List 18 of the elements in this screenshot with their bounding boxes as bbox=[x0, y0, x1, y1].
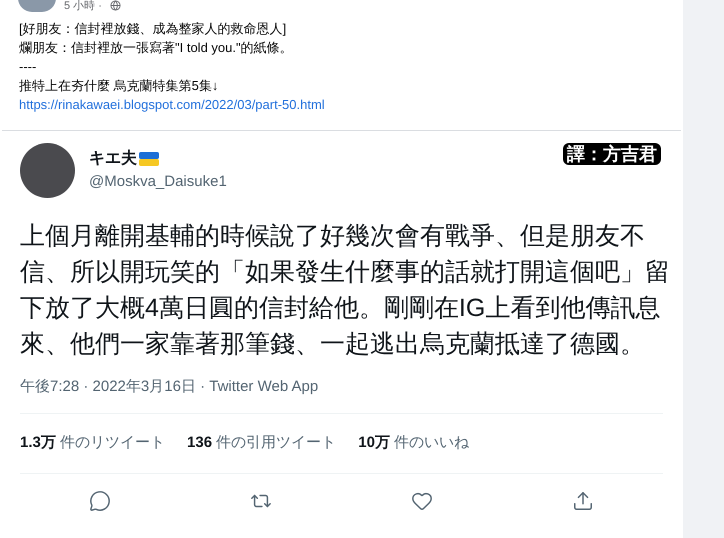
post-text-line: 推特上在夯什麼 烏克蘭特集第5集↓ bbox=[19, 77, 220, 95]
post-link[interactable]: https://rinakawaei.blogspot.com/2022/03/part-50.html bbox=[19, 95, 325, 114]
post-text-line: ---- bbox=[19, 58, 38, 76]
tweet-meta[interactable]: 午後7:28 · 2022年3月16日 · Twitter Web App bbox=[20, 376, 663, 398]
user-name[interactable]: キエ夫 bbox=[89, 147, 137, 171]
tweet-text: 上個月離開基輔的時候說了好幾次會有戰爭、但是朋友不信、所以開玩笑的「如果發生什麼事的話就打開這個吧」留下放了大概4萬日圓的信封給他。剛剛在IG上看到他傳訊息來、他們一家靠著那筆錢、一起逃出烏克蘭抵達了德國。 bbox=[20, 221, 670, 360]
post-text-line: [好朋友：信封裡放錢、成為整家人的救命恩人] bbox=[19, 20, 288, 38]
user-handle[interactable]: @Moskva_Daisuke1 bbox=[89, 171, 227, 194]
post-time[interactable]: 5 小時 · bbox=[64, 0, 102, 12]
tweet-stat[interactable]: 1.3万 件のリツイート bbox=[20, 432, 166, 454]
flag-icon bbox=[139, 152, 159, 166]
tweet-stat[interactable]: 10万 件のいいね bbox=[358, 432, 470, 454]
globe-icon bbox=[110, 0, 121, 11]
translator-credit: 譯：方吉君 bbox=[563, 143, 661, 165]
reply-icon[interactable] bbox=[89, 490, 112, 512]
share-icon[interactable] bbox=[572, 490, 594, 512]
tweet-stat[interactable]: 136 件の引用ツイート bbox=[187, 432, 336, 454]
post-text-line: 爛朋友：信封裡放一張寫著"I told you."的紙條。 bbox=[19, 39, 294, 57]
